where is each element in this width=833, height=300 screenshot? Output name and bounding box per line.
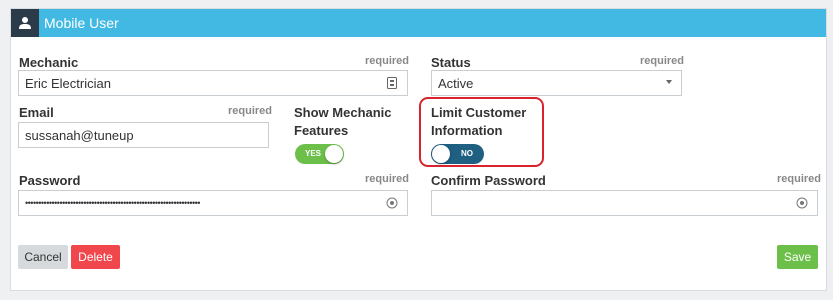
email-field[interactable]: sussanah@tuneup (18, 122, 269, 148)
password-value: ••••••••••••••••••••••••••••••••••••••••… (25, 198, 200, 208)
email-value: sussanah@tuneup (25, 128, 134, 143)
confirm-password-label: Confirm Password (431, 173, 546, 188)
mechanic-label: Mechanic (19, 55, 79, 70)
email-required: required (228, 105, 273, 117)
show-password-icon[interactable] (386, 197, 398, 209)
user-icon (19, 17, 31, 29)
toggle-knob (432, 145, 450, 163)
show-password-icon[interactable] (796, 197, 808, 209)
mobile-user-panel: Mobile User Mechanic required Eric Elect… (10, 8, 827, 291)
save-button[interactable]: Save (777, 245, 818, 269)
show-mechanic-features-toggle[interactable]: YES (295, 144, 344, 164)
toggle-yes-text: YES (305, 149, 322, 158)
mechanic-required: required (365, 55, 410, 67)
password-required: required (365, 173, 410, 185)
status-label: Status (431, 55, 471, 70)
confirm-password-required: required (777, 173, 822, 185)
delete-button[interactable]: Delete (71, 245, 120, 269)
toggle-no-text: NO (461, 149, 473, 158)
status-value: Active (438, 76, 474, 91)
email-label: Email (19, 105, 54, 120)
header-icon-box (11, 9, 39, 37)
limit-customer-info-label-line2: Information (431, 123, 503, 138)
panel-title: Mobile User (44, 15, 119, 31)
password-field[interactable]: ••••••••••••••••••••••••••••••••••••••••… (18, 190, 408, 216)
contact-card-icon[interactable] (386, 77, 398, 89)
mechanic-value: Eric Electrician (25, 76, 111, 91)
panel-header: Mobile User (11, 9, 826, 37)
status-select[interactable]: Active (431, 70, 682, 96)
status-required: required (640, 55, 685, 67)
confirm-password-field[interactable] (431, 190, 818, 216)
toggle-knob (325, 145, 343, 163)
show-mechanic-features-label-line1: Show Mechanic (294, 105, 392, 120)
limit-customer-info-toggle[interactable]: NO (431, 144, 484, 164)
show-mechanic-features-label-line2: Features (294, 123, 349, 138)
limit-customer-info-label-line1: Limit Customer (431, 105, 527, 120)
chevron-down-icon (666, 80, 672, 84)
password-label: Password (19, 173, 81, 188)
mechanic-field[interactable]: Eric Electrician (18, 70, 408, 96)
cancel-button[interactable]: Cancel (18, 245, 68, 269)
